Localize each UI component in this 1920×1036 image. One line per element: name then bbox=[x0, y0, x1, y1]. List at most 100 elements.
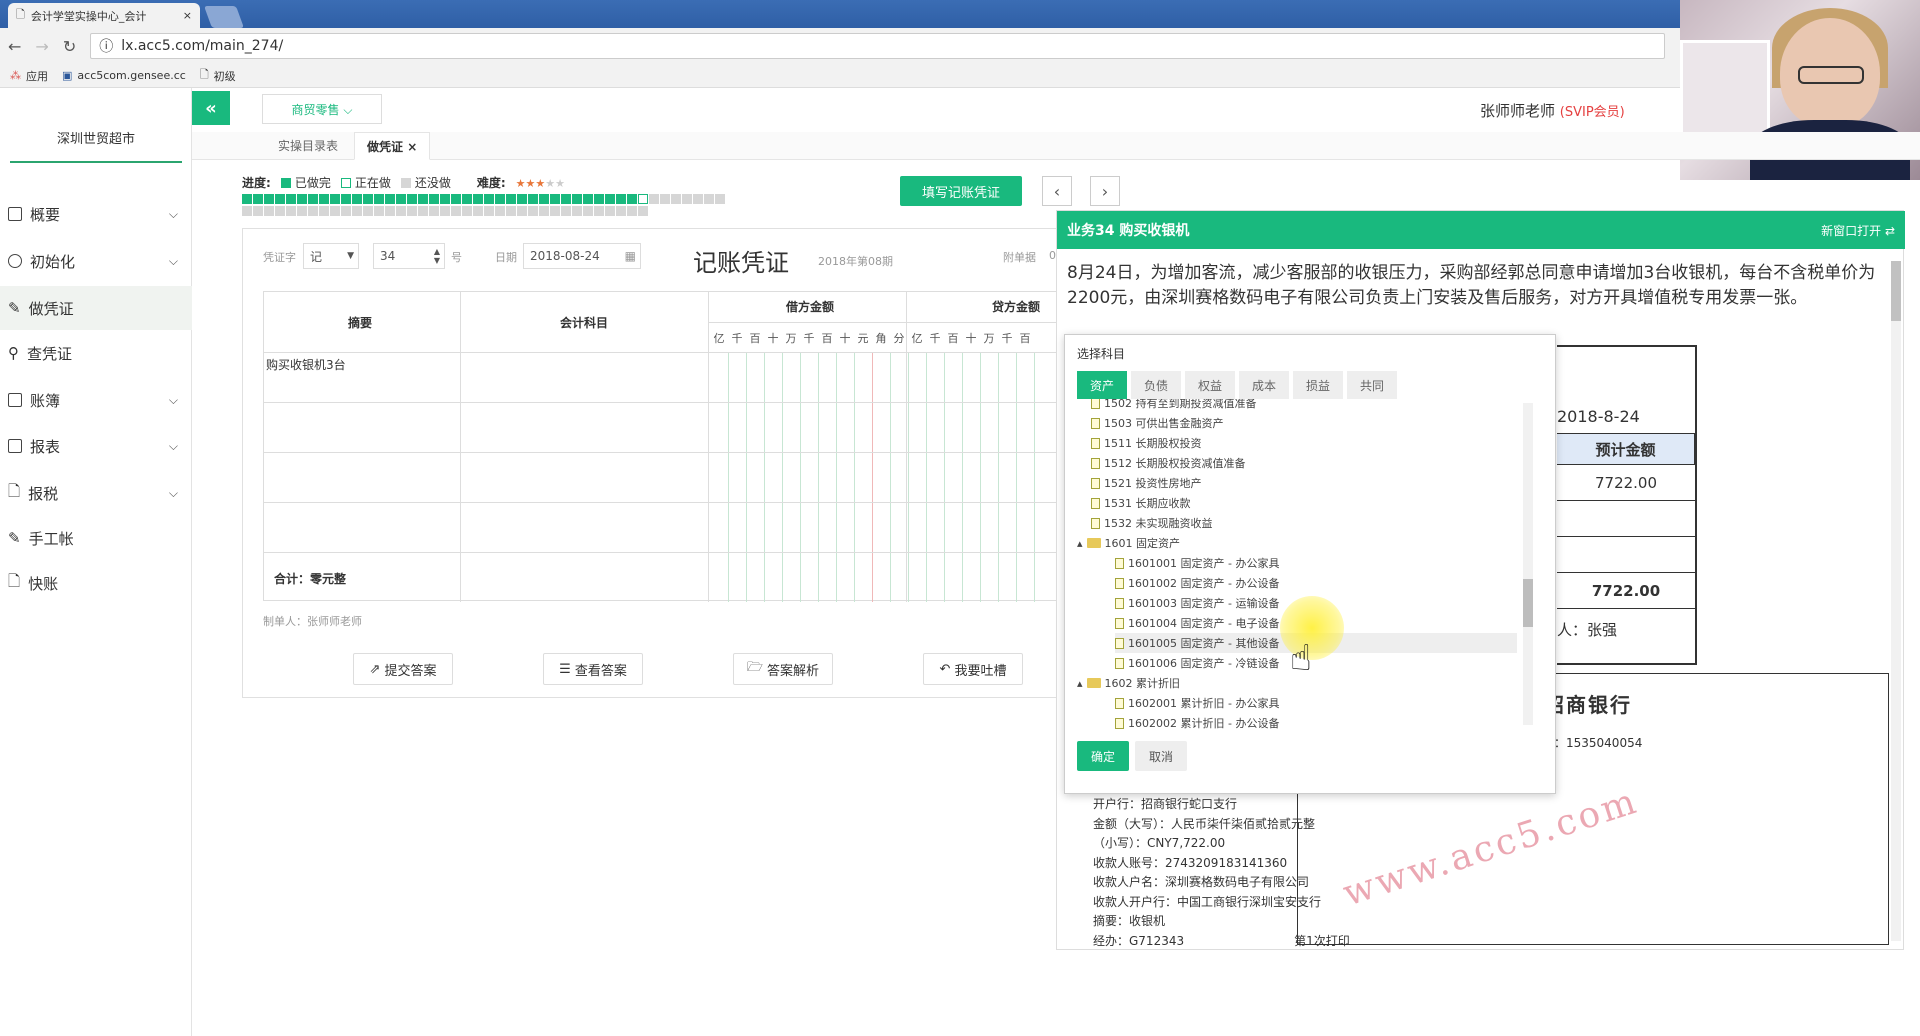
progress-cell[interactable] bbox=[363, 206, 373, 216]
open-new-window-link[interactable]: 新窗口打开 ⇄ bbox=[1821, 222, 1895, 239]
fill-voucher-button[interactable]: 填写记账凭证 bbox=[900, 176, 1022, 206]
back-icon[interactable]: ← bbox=[8, 37, 21, 56]
progress-cell[interactable] bbox=[374, 194, 384, 204]
progress-cell[interactable] bbox=[594, 206, 604, 216]
browser-tab[interactable]: 🗋 会计学堂实操中心_会计 × bbox=[8, 3, 200, 28]
progress-cell[interactable] bbox=[264, 206, 274, 216]
progress-cell[interactable] bbox=[484, 194, 494, 204]
prev-task-button[interactable]: ‹ bbox=[1042, 176, 1072, 206]
progress-cell[interactable] bbox=[352, 206, 362, 216]
close-tab-icon[interactable]: × bbox=[183, 9, 192, 22]
progress-cell[interactable] bbox=[506, 194, 516, 204]
next-task-button[interactable]: › bbox=[1090, 176, 1120, 206]
account-cell[interactable] bbox=[462, 506, 706, 550]
answer-analysis-button[interactable]: 🗁 答案解析 bbox=[733, 653, 833, 685]
bookmark-apps[interactable]: ⁂ 应用 bbox=[10, 68, 48, 84]
progress-cell[interactable] bbox=[341, 194, 351, 204]
tab-make-voucher[interactable]: 做凭证 × bbox=[354, 132, 431, 160]
collapse-sidebar-button[interactable]: « bbox=[192, 91, 230, 125]
progress-cell[interactable] bbox=[627, 194, 637, 204]
sidebar-item-ledger[interactable]: 账簿 ⌵ bbox=[0, 378, 192, 422]
progress-cell[interactable] bbox=[682, 194, 692, 204]
tree-leaf-node[interactable]: 1602001 累计折旧 - 办公家具 bbox=[1115, 693, 1517, 713]
industry-dropdown[interactable]: 商贸零售 ⌵ bbox=[262, 94, 382, 124]
calendar-icon[interactable]: ▦ bbox=[625, 249, 636, 263]
progress-cell[interactable] bbox=[275, 206, 285, 216]
progress-cell[interactable] bbox=[440, 194, 450, 204]
expand-icon[interactable]: ▴ bbox=[1077, 537, 1083, 550]
progress-cell[interactable] bbox=[484, 206, 494, 216]
progress-cell[interactable] bbox=[253, 194, 263, 204]
sidebar-item-make-voucher[interactable]: ✎ 做凭证 bbox=[0, 286, 192, 330]
progress-cell[interactable] bbox=[242, 206, 252, 216]
progress-cell[interactable] bbox=[363, 194, 373, 204]
progress-cell[interactable] bbox=[583, 206, 593, 216]
progress-cell[interactable] bbox=[407, 206, 417, 216]
progress-cell[interactable] bbox=[506, 206, 516, 216]
cancel-button[interactable]: 取消 bbox=[1135, 741, 1187, 771]
progress-cell[interactable] bbox=[627, 206, 637, 216]
progress-cell[interactable] bbox=[616, 194, 626, 204]
progress-cell[interactable] bbox=[341, 206, 351, 216]
progress-cell[interactable] bbox=[451, 206, 461, 216]
task-scrollbar[interactable] bbox=[1891, 261, 1901, 941]
progress-cell[interactable] bbox=[407, 194, 417, 204]
voucher-date-input[interactable]: 2018-08-24 ▦ bbox=[523, 243, 641, 269]
progress-cell[interactable] bbox=[473, 206, 483, 216]
sidebar-item-overview[interactable]: 概要 ⌵ bbox=[0, 192, 192, 236]
progress-cell[interactable] bbox=[638, 194, 648, 204]
progress-cell[interactable] bbox=[539, 194, 549, 204]
progress-cell[interactable] bbox=[561, 206, 571, 216]
progress-cell[interactable] bbox=[429, 206, 439, 216]
sidebar-item-quick[interactable]: 🗋 快账 bbox=[0, 561, 192, 605]
progress-cell[interactable] bbox=[286, 194, 296, 204]
scroll-thumb[interactable] bbox=[1523, 579, 1533, 627]
voucher-word-select[interactable]: 记 ▼ bbox=[303, 243, 359, 269]
voucher-number-stepper[interactable]: 34 ▲ ▼ bbox=[373, 243, 445, 269]
view-answer-button[interactable]: ☰ 查看答案 bbox=[543, 653, 643, 685]
progress-cell[interactable] bbox=[308, 194, 318, 204]
tree-leaf-node[interactable]: 1503 可供出售金融资产 bbox=[1091, 413, 1517, 433]
progress-cell[interactable] bbox=[308, 206, 318, 216]
tree-leaf-node[interactable]: 1601002 固定资产 - 办公设备 bbox=[1115, 573, 1517, 593]
tree-leaf-node[interactable]: 1502 持有至到期投资减值准备 bbox=[1091, 399, 1517, 413]
account-cell[interactable] bbox=[462, 356, 706, 400]
progress-cell[interactable] bbox=[704, 194, 714, 204]
progress-cell[interactable] bbox=[605, 206, 615, 216]
progress-cell[interactable] bbox=[451, 194, 461, 204]
sidebar-item-tax[interactable]: 🗋 报税 ⌵ bbox=[0, 471, 192, 515]
progress-cell[interactable] bbox=[693, 194, 703, 204]
progress-cell[interactable] bbox=[396, 206, 406, 216]
tab-liabilities[interactable]: 负债 bbox=[1131, 371, 1181, 399]
tree-leaf-node[interactable]: 1601001 固定资产 - 办公家具 bbox=[1115, 553, 1517, 573]
progress-cell[interactable] bbox=[583, 194, 593, 204]
progress-cell[interactable] bbox=[715, 194, 725, 204]
progress-cell[interactable] bbox=[319, 206, 329, 216]
tab-profit-loss[interactable]: 损益 bbox=[1293, 371, 1343, 399]
submit-answer-button[interactable]: ⇗ 提交答案 bbox=[353, 653, 453, 685]
progress-cell[interactable] bbox=[352, 194, 362, 204]
progress-cell[interactable] bbox=[440, 206, 450, 216]
bookmark-junior[interactable]: 🗋 初级 bbox=[200, 66, 236, 85]
sidebar-item-reports[interactable]: 报表 ⌵ bbox=[0, 424, 192, 468]
progress-cell[interactable] bbox=[462, 206, 472, 216]
expand-icon[interactable]: ▴ bbox=[1077, 677, 1083, 690]
progress-cell[interactable] bbox=[660, 194, 670, 204]
progress-cell[interactable] bbox=[418, 206, 428, 216]
url-input[interactable]: ⓘ lx.acc5.com/main_274/ bbox=[90, 33, 1666, 59]
progress-cell[interactable] bbox=[297, 206, 307, 216]
progress-cell[interactable] bbox=[253, 206, 263, 216]
progress-cell[interactable] bbox=[418, 194, 428, 204]
scroll-thumb[interactable] bbox=[1891, 261, 1901, 321]
progress-cell[interactable] bbox=[616, 206, 626, 216]
progress-cell[interactable] bbox=[550, 206, 560, 216]
progress-cell[interactable] bbox=[605, 194, 615, 204]
sidebar-item-manual[interactable]: ✎ 手工帐 bbox=[0, 516, 192, 560]
progress-cell[interactable] bbox=[572, 194, 582, 204]
tree-leaf-node[interactable]: 1531 长期应收款 bbox=[1091, 493, 1517, 513]
progress-cell[interactable] bbox=[319, 194, 329, 204]
progress-cell[interactable] bbox=[264, 194, 274, 204]
tab-assets[interactable]: 资产 bbox=[1077, 371, 1127, 399]
tab-common[interactable]: 共同 bbox=[1347, 371, 1397, 399]
stepper-icon[interactable]: ▲ ▼ bbox=[434, 247, 440, 265]
